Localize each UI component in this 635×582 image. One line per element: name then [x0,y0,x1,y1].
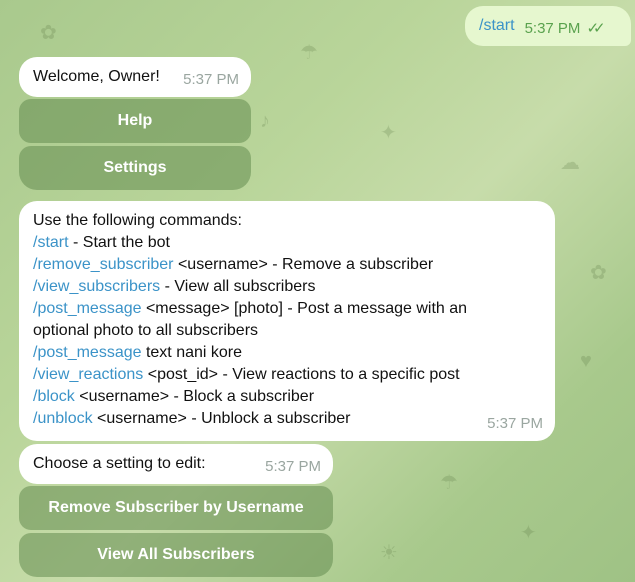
message-text: Choose a setting to edit: [33,455,206,472]
help-button[interactable]: Help [19,99,251,143]
command-description: <message> [photo] - Post a message with … [141,300,468,317]
command-link[interactable]: /view_reactions [33,366,143,383]
command-link[interactable]: /block [33,388,75,405]
command-line: /start - Start the bot [33,232,541,254]
message-time: 5:37 PM [265,458,321,475]
command-description: <username> - Remove a subscriber [173,256,434,273]
settings-button[interactable]: Settings [19,146,251,190]
command-line: /unblock <username> - Unblock a subscrib… [33,408,541,430]
command-description: optional photo to all subscribers [33,322,259,339]
command-description: - View all subscribers [160,278,316,295]
welcome-message: Welcome, Owner! 5:37 PM [19,57,251,97]
message-text: Welcome, Owner! [33,68,160,85]
command-line: /post_message <message> [photo] - Post a… [33,298,541,320]
read-checkmarks-icon: ✓✓ [586,20,605,37]
remove-subscriber-button[interactable]: Remove Subscriber by Username [19,486,333,530]
settings-prompt-message: Choose a setting to edit: 5:37 PM [19,444,333,484]
outgoing-message: /start 5:37 PM ✓✓ [465,6,631,46]
command-link[interactable]: /unblock [33,410,93,427]
commands-message: Use the following commands: /start - Sta… [19,201,555,441]
command-line: /remove_subscriber <username> - Remove a… [33,254,541,276]
message-time: 5:37 PM [183,71,239,88]
command-line: optional photo to all subscribers [33,320,541,342]
chat-area: /start 5:37 PM ✓✓ Welcome, Owner! 5:37 P… [0,0,635,582]
command-link[interactable]: /view_subscribers [33,278,160,295]
command-link[interactable]: /start [33,234,69,251]
command-description: <username> - Unblock a subscriber [92,410,351,427]
message-command-link[interactable]: /start [479,17,515,35]
message-time: 5:37 PM [524,19,581,37]
command-description: - Start the bot [68,234,170,251]
command-line: /block <username> - Block a subscriber [33,386,541,408]
command-description: <username> - Block a subscriber [74,388,315,405]
command-link[interactable]: /post_message [33,300,142,317]
command-link[interactable]: /remove_subscriber [33,256,174,273]
view-subscribers-button[interactable]: View All Subscribers [19,533,333,577]
command-line: /post_message text nani kore [33,342,541,364]
command-line: /view_subscribers - View all subscribers [33,276,541,298]
message-time: 5:37 PM [487,415,543,432]
command-link[interactable]: /post_message [33,344,142,361]
command-line: /view_reactions <post_id> - View reactio… [33,364,541,386]
command-description: <post_id> - View reactions to a specific… [143,366,460,383]
commands-intro: Use the following commands: [33,212,242,229]
command-description: text nani kore [141,344,243,361]
